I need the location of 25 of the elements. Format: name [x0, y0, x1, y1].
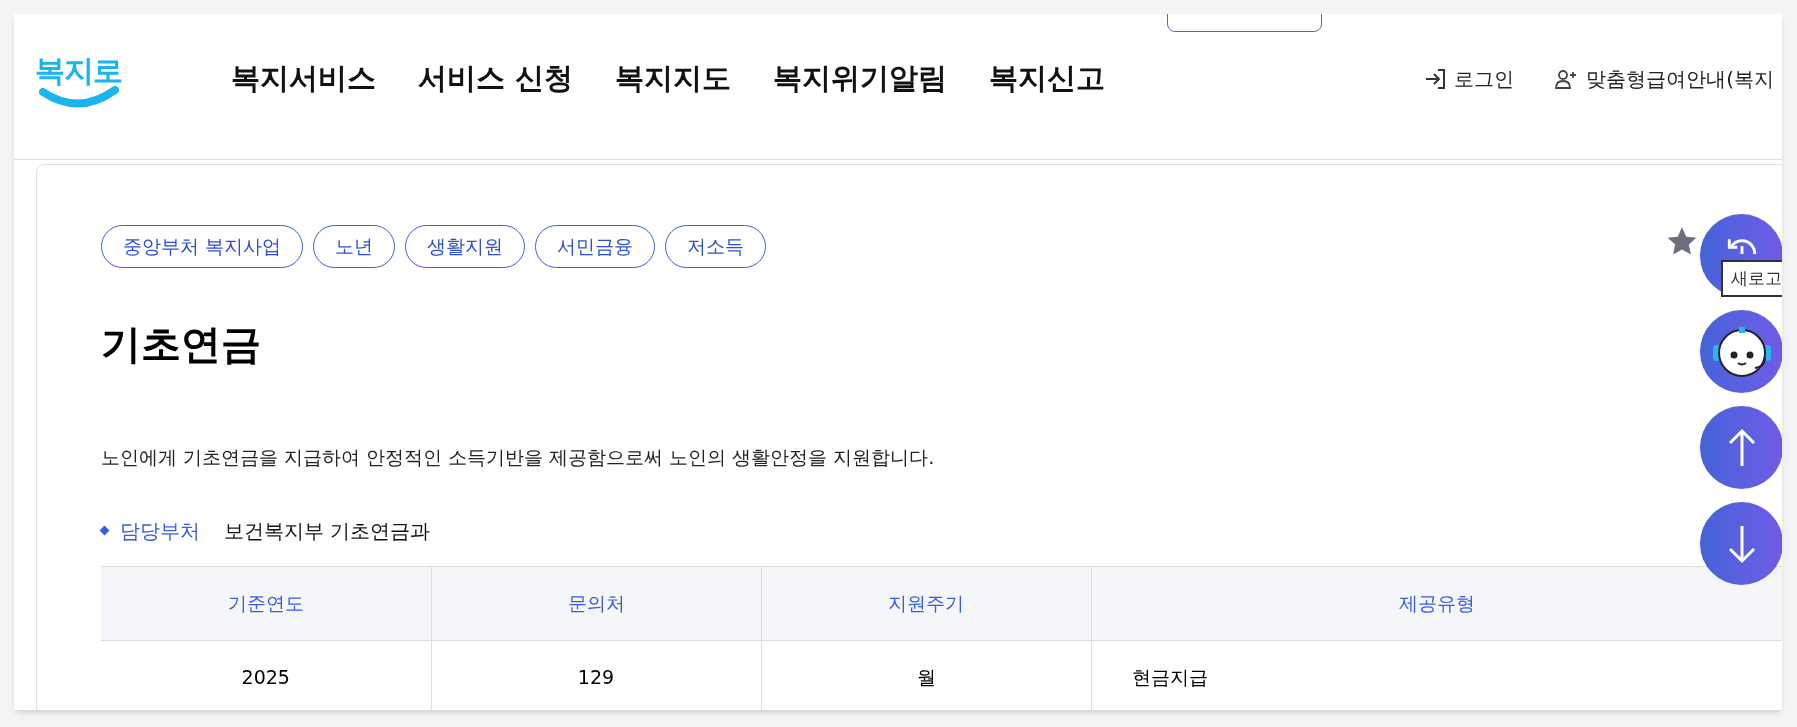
- nav-link[interactable]: 복지지도: [615, 56, 732, 101]
- table-cell: 2025: [101, 640, 431, 710]
- tooltip: 새로고: [1721, 260, 1782, 297]
- refresh-icon: [1726, 238, 1757, 254]
- nav-link[interactable]: 복지위기알림: [773, 56, 948, 101]
- arrow-up-icon: [1726, 427, 1757, 468]
- login-link[interactable]: 로그인: [1424, 63, 1515, 94]
- column-header: 기준연도: [101, 566, 431, 640]
- description-text: 노인에게 기초연금을 지급하여 안정적인 소득기반을 제공함으로써 노인의 생활안정을 지원합니다.: [101, 445, 935, 470]
- nav-link[interactable]: 복지신고: [989, 56, 1106, 101]
- department-value: 보건복지부 기초연금과: [224, 517, 431, 545]
- login-icon: [1424, 67, 1447, 90]
- arrow-down-icon: [1726, 523, 1757, 564]
- table-cell: 129: [431, 640, 761, 710]
- user-add-icon: [1554, 67, 1579, 90]
- nav-link[interactable]: 복지서비스: [231, 56, 376, 101]
- smile-icon: [38, 85, 119, 108]
- department-label: 담당부처: [120, 517, 200, 545]
- nav-link[interactable]: 서비스 신청: [418, 56, 574, 101]
- column-header: 문의처: [431, 566, 761, 640]
- guide-link[interactable]: 맞춤형급여안내(복지: [1554, 63, 1774, 94]
- table-cell: 월: [761, 640, 1091, 710]
- table-cell: 현금지급: [1091, 640, 1782, 710]
- column-header: 지원주기: [761, 566, 1091, 640]
- page-title: 기초연금: [101, 320, 261, 369]
